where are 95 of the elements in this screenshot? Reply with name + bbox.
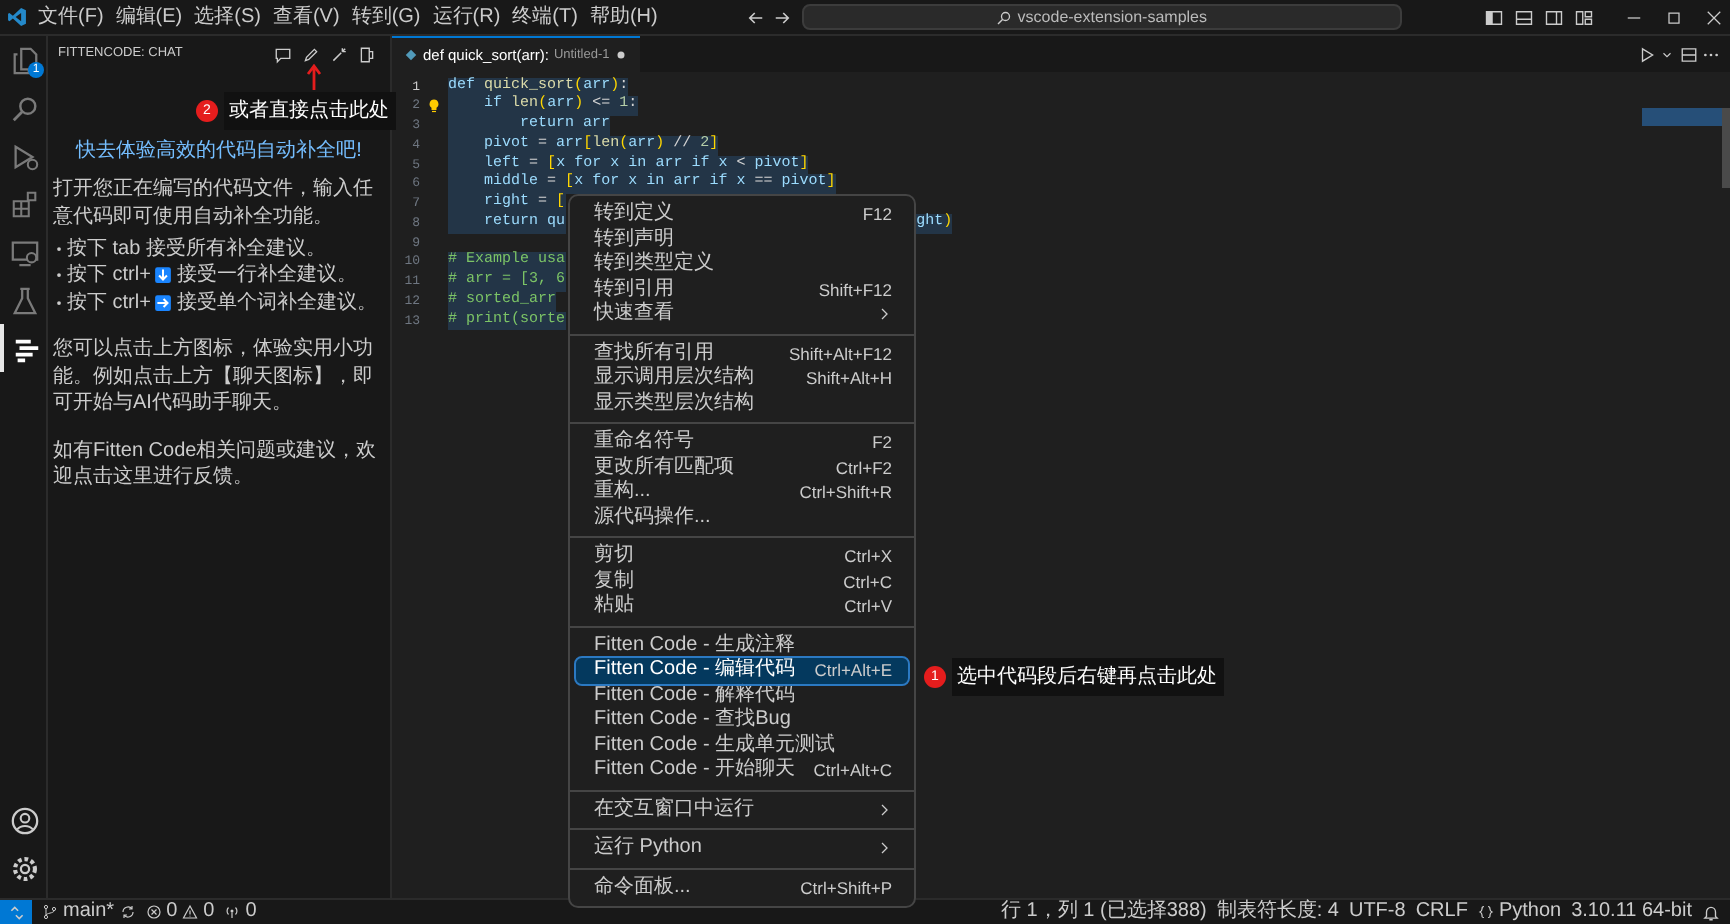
lightbulb-icon[interactable] (426, 98, 442, 115)
pencil-icon[interactable] (301, 45, 319, 63)
menu-item[interactable]: Fitten Code - 查找Bug (576, 708, 908, 733)
port-count[interactable]: 0 (245, 900, 257, 924)
broadcast-icon[interactable] (224, 904, 241, 920)
status-item[interactable]: 3.10.11 64-bit (1571, 900, 1692, 924)
menu-item[interactable]: Fitten Code - 生成注释 (576, 633, 908, 658)
menu-item[interactable]: 转到声明 (576, 227, 908, 252)
menu-item[interactable]: 在交互窗口中运行 (576, 797, 908, 822)
account-icon[interactable] (9, 806, 39, 836)
menu-item[interactable]: 复制 Ctrl+C (576, 569, 908, 594)
menu-item[interactable]: 转到引用 Shift+F12 (576, 277, 908, 302)
monitor-icon[interactable] (9, 237, 39, 267)
forward-arrow-icon[interactable] (771, 7, 792, 27)
split-editor-icon[interactable] (1679, 45, 1697, 63)
files-icon[interactable] (9, 45, 39, 75)
layout-panel-icon[interactable] (1514, 7, 1535, 27)
intro-text: 打开您正在编写的代码文件，输入任意代码即可使用自动补全功能。 (53, 176, 375, 230)
menu-item[interactable]: 重命名符号 F2 (576, 430, 908, 455)
chevron-down-icon[interactable] (1660, 47, 1674, 61)
document-icon[interactable] (357, 45, 375, 63)
tip-text: 按下 tab 接受所有补全建议。 (67, 235, 326, 262)
tip-text: 接受单个词补全建议。 (176, 289, 377, 316)
error-icon[interactable] (145, 904, 162, 920)
warning-count[interactable]: 0 (203, 900, 215, 924)
tip-text: 按下 ctrl+ (67, 289, 151, 316)
menu-item[interactable]: 选择(S) (188, 2, 267, 32)
status-item[interactable]: 制表符长度: 4 (1216, 900, 1339, 924)
extensions-icon[interactable] (9, 189, 39, 219)
menu-item[interactable]: 运行 Python (576, 836, 908, 861)
callout: 或者直接点击此处 (223, 92, 395, 130)
play-bug-icon[interactable] (9, 141, 39, 171)
menu-item[interactable]: 更改所有匹配项 Ctrl+F2 (576, 455, 908, 480)
menu-item[interactable]: 运行(R) (426, 2, 507, 32)
menu-item[interactable]: Fitten Code - 生成单元测试 (576, 733, 908, 758)
menu-item[interactable]: 文件(F) (32, 2, 110, 32)
callout: 选中代码段后右键再点击此处 (951, 658, 1223, 696)
search-icon[interactable] (9, 93, 39, 123)
status-item[interactable]: CRLF (1415, 900, 1468, 924)
menu-item[interactable]: 源代码操作... (576, 505, 908, 530)
layout-grid-icon[interactable] (1574, 7, 1595, 27)
status-item[interactable]: UTF-8 (1348, 900, 1406, 924)
menu-item[interactable]: 查看(V) (266, 2, 346, 32)
paragraph: 如有Fitten Code相关问题或建议，欢迎点击这里进行反馈。 (53, 437, 379, 491)
bullet-icon (53, 270, 63, 281)
remote-icon (7, 903, 25, 921)
vscode-logo-icon (5, 6, 27, 28)
language-mode[interactable]: Python (1498, 900, 1562, 924)
menu-item[interactable]: 转到定义 F12 (576, 202, 908, 227)
menu-item[interactable]: Fitten Code - 编辑代码 Ctrl+Alt+E (576, 658, 908, 683)
menu-item[interactable]: 剪切 Ctrl+X (576, 544, 908, 569)
menu-item[interactable]: 转到类型定义 (576, 252, 908, 277)
menu-item[interactable]: 快速查看 (576, 302, 908, 327)
error-count[interactable]: 0 (166, 900, 178, 924)
menu-item[interactable]: Fitten Code - 开始聊天 Ctrl+Alt+C (576, 758, 908, 783)
menu-item[interactable]: 粘贴 Ctrl+V (576, 594, 908, 619)
menu-item[interactable]: 终端(T) (506, 2, 584, 32)
close-icon[interactable] (1704, 7, 1725, 27)
menu-item[interactable]: 重构... Ctrl+Shift+R (576, 480, 908, 505)
tip-text: 按下 ctrl+ (67, 262, 151, 289)
minimap-highlight (1642, 108, 1722, 126)
heading: 快去体验高效的代码自动补全吧! (73, 137, 364, 166)
layout-sidebar-icon[interactable] (1484, 7, 1505, 27)
maximize-icon[interactable] (1664, 7, 1685, 27)
search-field[interactable]: vscode-extension-samples (801, 4, 1402, 30)
braces-icon[interactable] (1477, 904, 1494, 920)
right-key-icon (154, 293, 173, 312)
menu-item[interactable]: 显示类型层次结构 (576, 391, 908, 416)
branch-icon[interactable] (42, 904, 58, 920)
paragraph: 您可以点击上方图标，体验实用小功能。例如点击上方【聊天图标】，即可开始与AI代码助手聊天。 (53, 336, 375, 417)
bullet-icon (53, 297, 63, 308)
search-icon (996, 9, 1013, 25)
branch-name[interactable]: main* (63, 900, 115, 924)
bullet-icon (53, 243, 63, 254)
menu-item[interactable]: 命令面板... Ctrl+Shift+P (576, 875, 908, 900)
menu-item[interactable]: 显示调用层次结构 Shift+Alt+H (576, 366, 908, 391)
run-icon[interactable] (1637, 45, 1655, 63)
status-item[interactable]: 行 1，列 1 (已选择388) (1001, 900, 1207, 924)
sync-icon[interactable] (119, 904, 136, 920)
bell-icon[interactable] (1702, 903, 1720, 921)
down-key-icon (154, 266, 173, 285)
warning-icon[interactable] (182, 904, 199, 920)
tip-text: 接受一行补全建议。 (176, 262, 357, 289)
menu-item[interactable]: 转到(G) (345, 2, 427, 32)
python-file-icon (404, 48, 418, 62)
settings-icon[interactable] (9, 854, 39, 884)
back-arrow-icon[interactable] (746, 7, 767, 27)
layout-right-icon[interactable] (1544, 7, 1565, 27)
menu-item[interactable]: 查找所有引用 Shift+Alt+F12 (576, 341, 908, 366)
menu-item[interactable]: 编辑(E) (109, 2, 189, 32)
scrollbar[interactable] (1722, 108, 1730, 188)
flask-icon[interactable] (9, 285, 39, 315)
chat-bubble-icon[interactable] (273, 45, 291, 63)
menu-item[interactable]: 帮助(H) (583, 2, 664, 32)
wand-icon[interactable] (329, 45, 347, 63)
